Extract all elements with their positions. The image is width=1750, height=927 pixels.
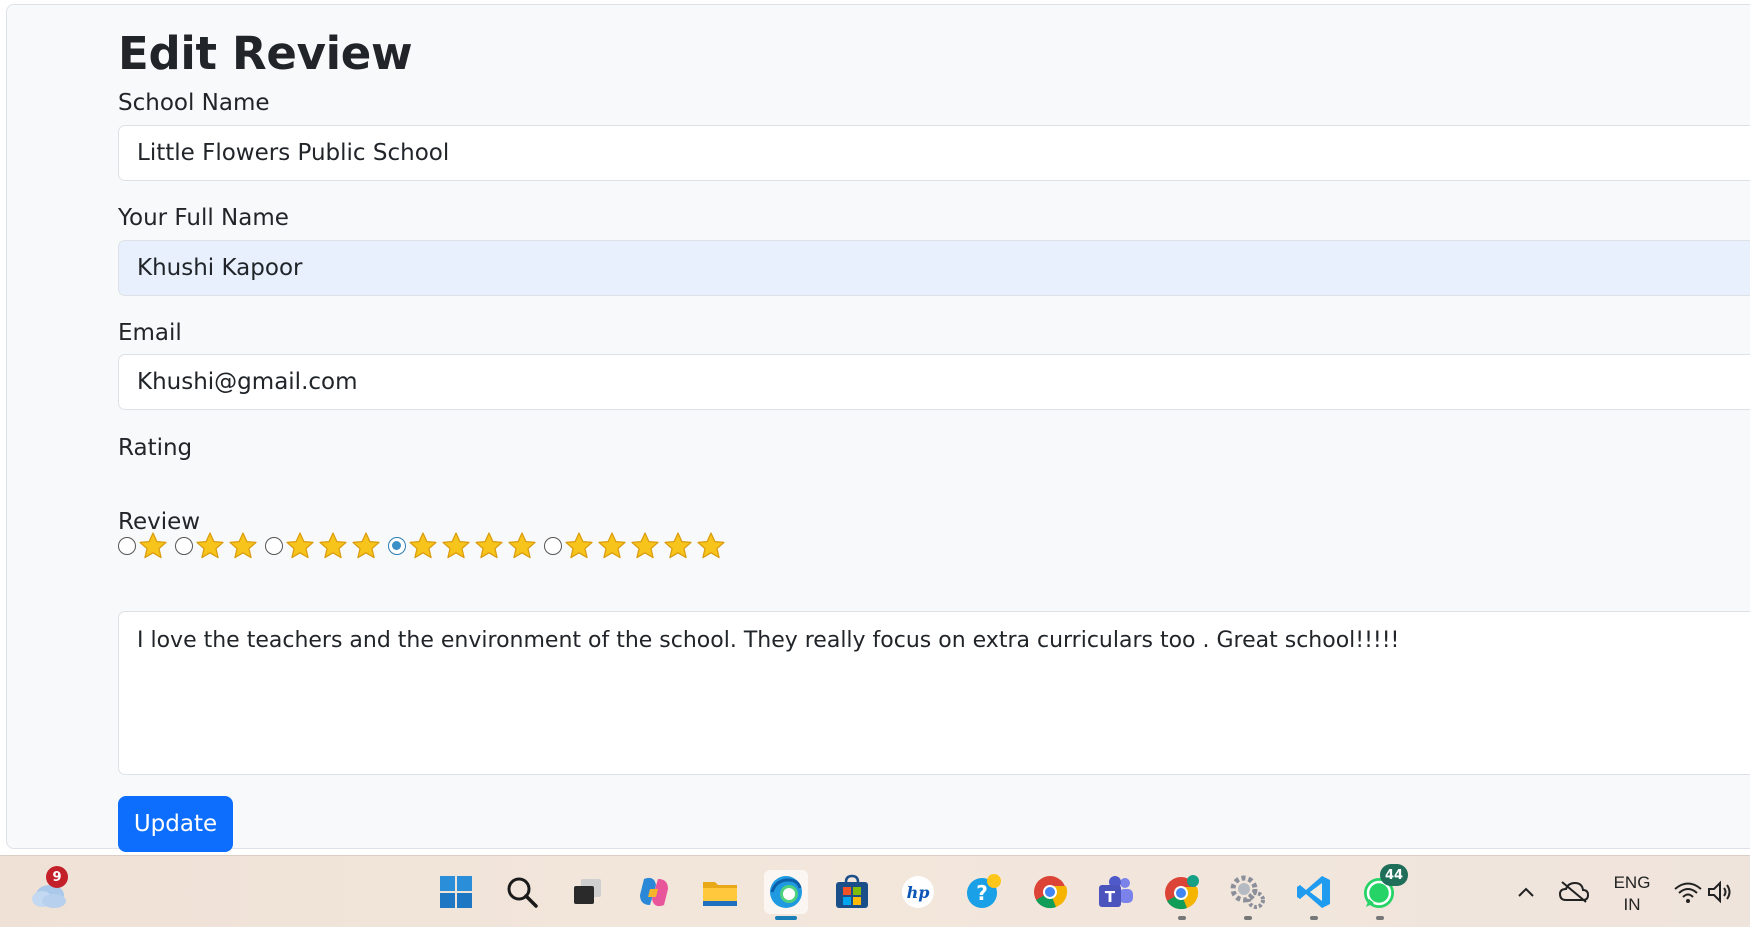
star-icon [564,531,594,561]
chevron-up-icon[interactable] [1504,870,1548,914]
rating-option-2[interactable] [175,531,261,561]
volume-icon[interactable] [1700,870,1740,914]
file-explorer-icon[interactable] [698,870,742,914]
chrome-icon[interactable] [1028,870,1072,914]
svg-text:hp: hp [907,883,930,902]
task-view-icon[interactable] [566,870,610,914]
language-region: IN [1623,895,1641,914]
review-textarea[interactable]: I love the teachers and the environment … [118,611,1750,775]
star-icon [228,531,258,561]
star-icon [663,531,693,561]
school-name-label: School Name [118,90,270,116]
settings-running-indicator [1244,916,1252,920]
whatsapp-running-indicator [1376,916,1384,920]
hp-icon[interactable]: hp [896,870,940,914]
vscode-icon[interactable] [1292,870,1336,920]
get-help-icon[interactable]: ? [962,870,1006,914]
rating-radio-3[interactable] [265,537,283,555]
language-code: ENG [1613,873,1651,892]
weather-badge: 9 [46,866,68,888]
update-button[interactable]: Update [118,796,233,852]
review-label: Review [118,509,201,535]
whatsapp-icon[interactable]: 44 [1358,864,1409,920]
edge-icon[interactable] [764,870,808,920]
rating-radio-4[interactable] [388,537,406,555]
email-input[interactable] [118,354,1750,410]
rating-radio-1[interactable] [118,537,136,555]
star-icon [696,531,726,561]
windows-start-icon[interactable] [434,870,478,914]
svg-text:T: T [1105,888,1116,906]
rating-option-4[interactable] [388,531,540,561]
svg-text:?: ? [976,881,988,905]
star-icon [195,531,225,561]
rating-option-5[interactable] [544,531,729,561]
rating-options [118,531,733,561]
star-icon [630,531,660,561]
onedrive-offline-icon[interactable] [1552,870,1596,914]
teams-icon[interactable]: T [1094,870,1138,914]
star-icon [441,531,471,561]
star-icon [597,531,627,561]
weather-widget[interactable]: 9 [26,866,70,914]
star-icon [408,531,438,561]
search-icon[interactable] [500,870,544,914]
full-name-input[interactable] [118,240,1750,296]
star-icon [474,531,504,561]
star-icon [138,531,168,561]
star-icon [351,531,381,561]
chrome-profile-running-indicator [1178,916,1186,920]
star-icon [285,531,315,561]
email-label: Email [118,320,182,346]
rating-radio-5[interactable] [544,537,562,555]
vscode-running-indicator [1310,916,1318,920]
rating-radio-2[interactable] [175,537,193,555]
settings-icon[interactable] [1226,870,1270,920]
copilot-icon[interactable] [632,870,676,914]
page-title: Edit Review [118,27,413,80]
star-icon [507,531,537,561]
chrome-profile-icon[interactable] [1160,870,1204,920]
edge-running-indicator [775,916,797,920]
taskbar: 9 hp ? T 44 ENG IN [0,855,1750,927]
whatsapp-badge: 44 [1380,864,1409,886]
language-indicator[interactable]: ENG IN [1604,872,1660,916]
microsoft-store-icon[interactable] [830,870,874,914]
school-name-input[interactable] [118,125,1750,181]
rating-option-3[interactable] [265,531,384,561]
rating-label: Rating [118,435,193,461]
rating-option-1[interactable] [118,531,171,561]
star-icon [318,531,348,561]
page-panel: Edit Review School Name Your Full Name E… [6,4,1750,852]
full-name-label: Your Full Name [118,205,289,231]
